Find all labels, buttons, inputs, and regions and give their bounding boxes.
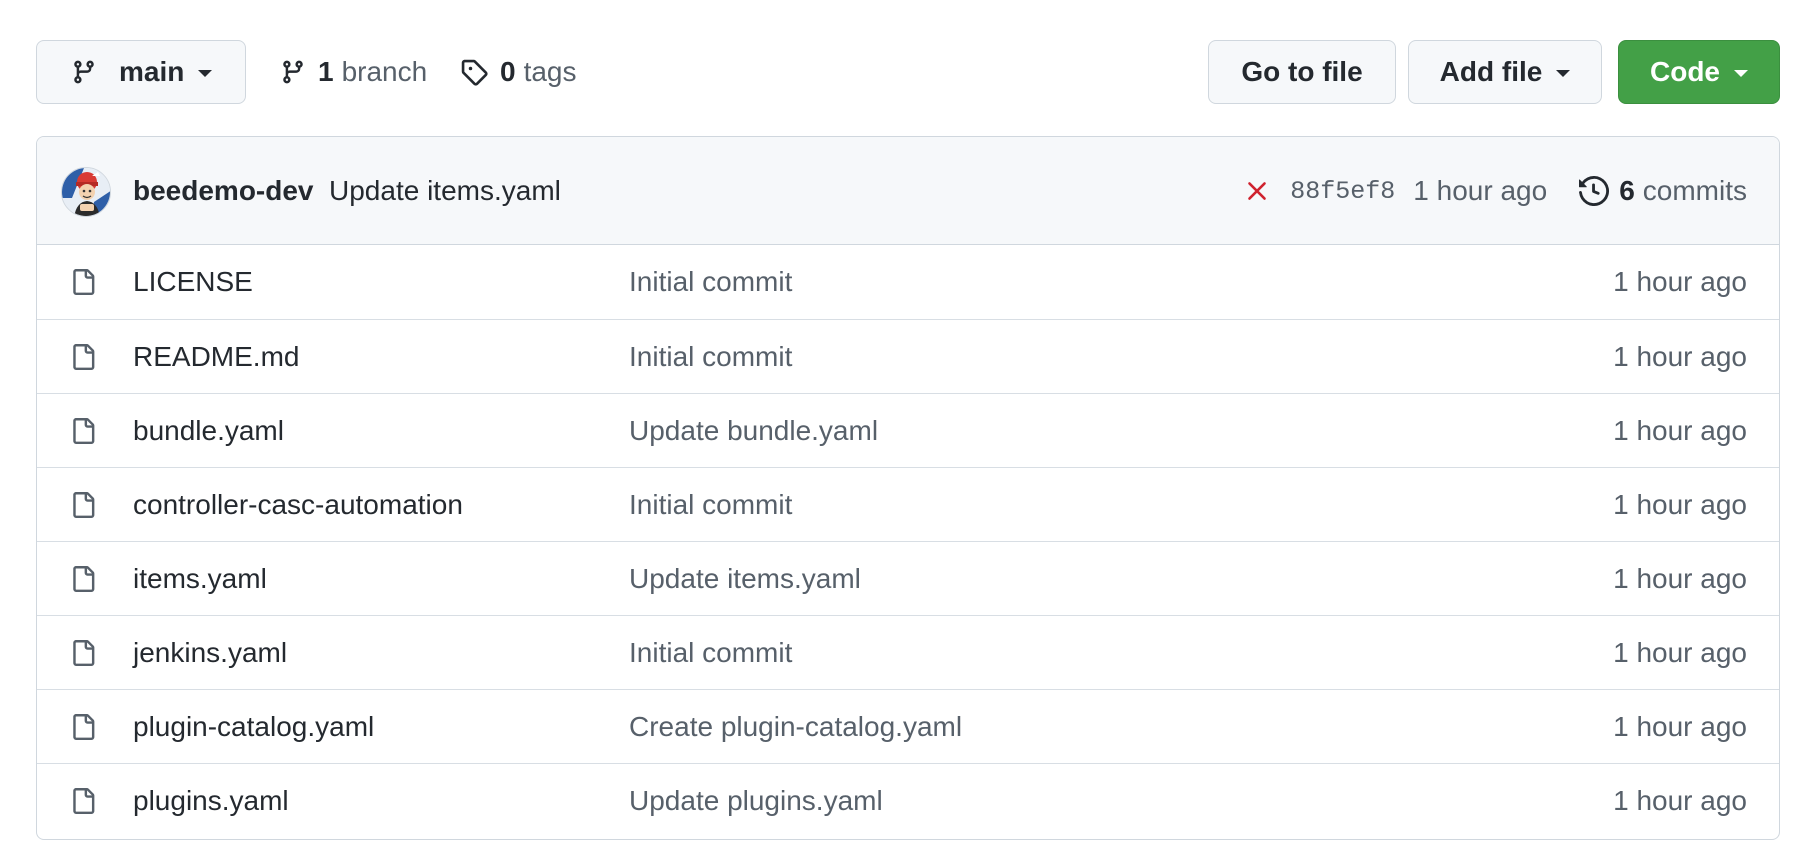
add-file-button[interactable]: Add file	[1408, 40, 1602, 104]
file-time: 1 hour ago	[1613, 488, 1747, 520]
table-row[interactable]: bundle.yaml Update bundle.yaml 1 hour ag…	[37, 393, 1779, 467]
x-icon[interactable]	[1246, 180, 1268, 202]
file-commit-message[interactable]: Initial commit	[629, 489, 792, 521]
file-commit-message[interactable]: Update plugins.yaml	[629, 785, 883, 817]
file-commit-message[interactable]: Update items.yaml	[629, 563, 861, 595]
commits-label: commits	[1642, 175, 1747, 206]
commit-details: 88f5ef8 1 hour ago 6 commits	[1246, 137, 1747, 245]
commit-sha[interactable]: 88f5ef8	[1290, 177, 1395, 206]
table-row[interactable]: README.md Initial commit 1 hour ago	[37, 319, 1779, 393]
table-row[interactable]: jenkins.yaml Initial commit 1 hour ago	[37, 615, 1779, 689]
file-commit-message[interactable]: Update bundle.yaml	[629, 415, 878, 447]
commits-count: 6	[1619, 175, 1635, 206]
table-row[interactable]: items.yaml Update items.yaml 1 hour ago	[37, 541, 1779, 615]
latest-commit-bar: beedemo-dev Update items.yaml 88f5ef8 1 …	[37, 137, 1779, 245]
branch-name: main	[119, 56, 185, 87]
file-time: 1 hour ago	[1613, 710, 1747, 742]
file-commit-message[interactable]: Initial commit	[629, 341, 792, 373]
file-icon	[73, 418, 95, 444]
file-icon	[73, 714, 95, 740]
commit-author[interactable]: beedemo-dev	[133, 175, 314, 207]
tag-icon	[461, 59, 488, 86]
file-icon	[73, 269, 95, 295]
commits-history-link[interactable]: 6 commits	[1579, 175, 1747, 207]
table-row[interactable]: plugin-catalog.yaml Create plugin-catalo…	[37, 689, 1779, 763]
avatar[interactable]	[61, 167, 111, 217]
branches-count: 1	[318, 56, 334, 87]
table-row[interactable]: plugins.yaml Update plugins.yaml 1 hour …	[37, 763, 1779, 837]
commit-time: 1 hour ago	[1413, 175, 1548, 206]
file-icon	[73, 640, 95, 666]
file-name[interactable]: plugin-catalog.yaml	[133, 711, 374, 743]
go-to-file-button[interactable]: Go to file	[1208, 40, 1396, 104]
chevron-down-icon	[198, 69, 213, 77]
file-name[interactable]: controller-casc-automation	[133, 489, 463, 521]
file-name[interactable]: items.yaml	[133, 563, 267, 595]
file-name[interactable]: README.md	[133, 341, 299, 373]
history-icon	[1579, 176, 1610, 206]
tags-count: 0	[500, 56, 516, 87]
file-icon	[73, 788, 95, 814]
chevron-down-icon	[1556, 69, 1571, 77]
commit-message[interactable]: Update items.yaml	[329, 175, 561, 207]
code-button[interactable]: Code	[1618, 40, 1780, 104]
file-time: 1 hour ago	[1613, 784, 1747, 816]
branches-link[interactable]: 1 branch	[280, 40, 427, 104]
file-time: 1 hour ago	[1613, 266, 1747, 297]
file-list: LICENSE Initial commit 1 hour ago README…	[37, 245, 1779, 837]
file-browser: beedemo-dev Update items.yaml 88f5ef8 1 …	[36, 136, 1780, 840]
branches-label: branch	[341, 56, 428, 87]
file-name[interactable]: jenkins.yaml	[133, 637, 287, 669]
branch-select-button[interactable]: main	[36, 40, 246, 104]
file-time: 1 hour ago	[1613, 636, 1747, 668]
table-row[interactable]: controller-casc-automation Initial commi…	[37, 467, 1779, 541]
chevron-down-icon	[1734, 69, 1748, 77]
code-label: Code	[1650, 56, 1720, 87]
file-time: 1 hour ago	[1613, 340, 1747, 372]
file-time: 1 hour ago	[1613, 562, 1747, 594]
file-name[interactable]: plugins.yaml	[133, 785, 289, 817]
tags-label: tags	[523, 56, 577, 87]
git-branch-icon	[74, 60, 94, 84]
file-name[interactable]: bundle.yaml	[133, 415, 284, 447]
file-commit-message[interactable]: Initial commit	[629, 266, 792, 298]
file-commit-message[interactable]: Initial commit	[629, 637, 792, 669]
go-to-file-label: Go to file	[1241, 56, 1363, 87]
file-icon	[73, 492, 95, 518]
file-icon	[73, 566, 95, 592]
table-row[interactable]: LICENSE Initial commit 1 hour ago	[37, 245, 1779, 319]
tags-link[interactable]: 0 tags	[460, 40, 577, 104]
repo-toolbar: main 1 branch 0 tags Go to file Add file…	[36, 40, 1780, 104]
add-file-label: Add file	[1439, 56, 1543, 87]
file-commit-message[interactable]: Create plugin-catalog.yaml	[629, 711, 962, 743]
git-branch-icon	[283, 60, 303, 84]
file-time: 1 hour ago	[1613, 414, 1747, 446]
avatar-image	[62, 168, 110, 216]
file-icon	[73, 344, 95, 370]
file-name[interactable]: LICENSE	[133, 266, 253, 298]
